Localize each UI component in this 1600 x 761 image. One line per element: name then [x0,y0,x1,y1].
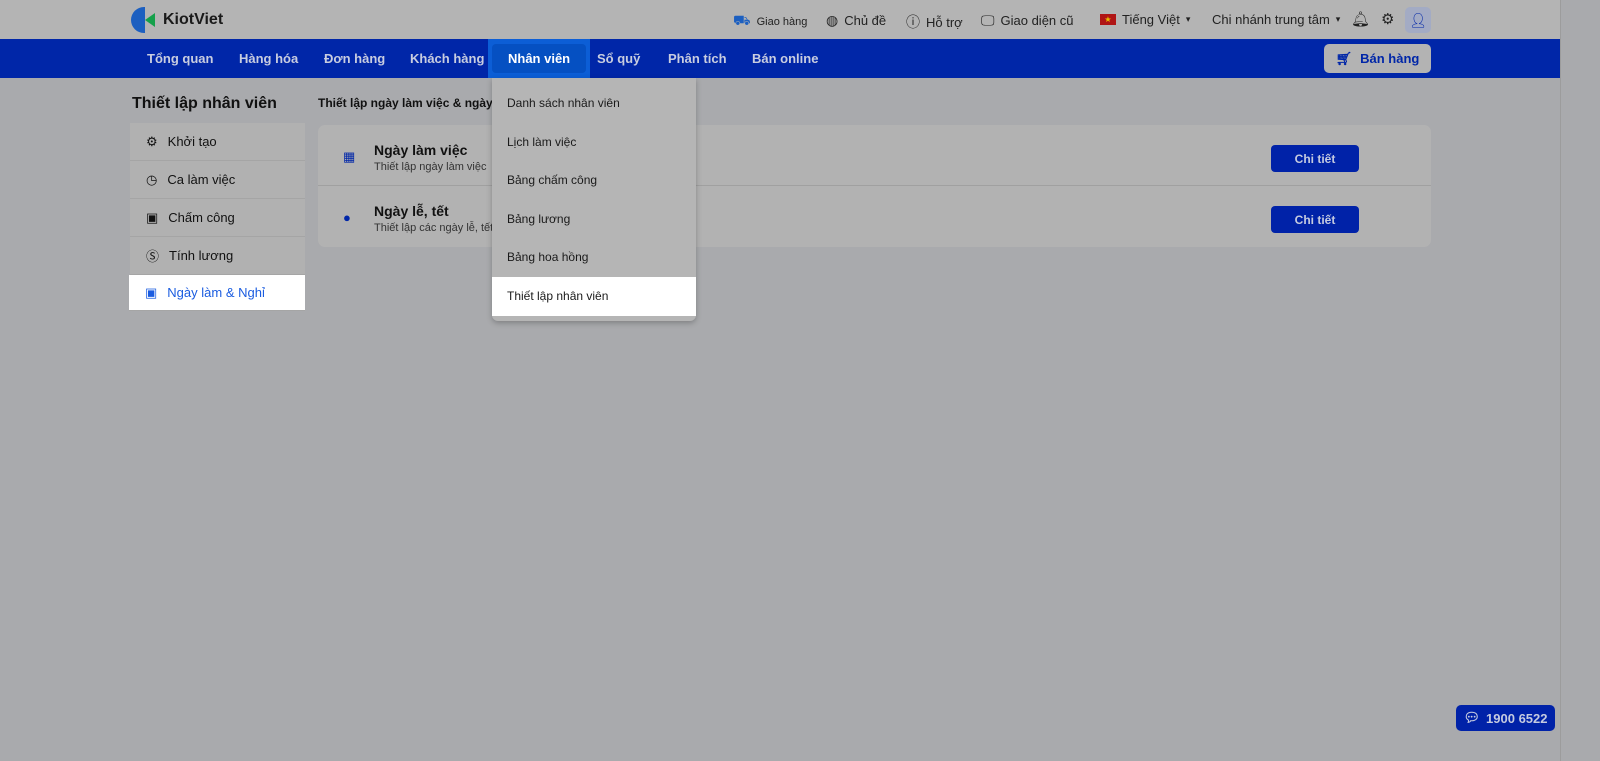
nav-orders[interactable]: Đơn hàng [324,39,385,78]
nav-online-sales[interactable]: Bán online [752,39,818,78]
scrollbar[interactable] [1560,0,1568,761]
sidebar-item-payroll[interactable]: Ⓢ Tính lương [130,237,305,275]
theme-link[interactable]: ◍ Chủ đề [826,12,886,29]
gear-icon[interactable]: ⚙ [1381,10,1394,28]
menu-item-employee-list[interactable]: Danh sách nhân viên [492,84,696,123]
monitor-icon: 🖵 [981,12,995,28]
chevron-down-icon: ▾ [1335,14,1341,24]
menu-item-commission[interactable]: Bảng hoa hồng [492,238,696,277]
calendar-star-icon: ▣ [145,284,158,300]
vietnam-flag-icon: ★ [1100,14,1116,25]
row-description: Thiết lập ngày làm việc [374,161,487,173]
nav-products[interactable]: Hàng hóa [239,39,298,78]
cart-icon: 🛒︎ [1335,50,1353,66]
settings-card: ▦ Ngày làm việc Thiết lập ngày làm việc … [318,125,1431,247]
chat-alert-icon: ⓘ [906,14,920,30]
settings-sidebar: ⚙ Khởi tạo ◷ Ca làm việc ▣ Chấm công Ⓢ Tính … [129,123,305,311]
dollar-icon: Ⓢ [146,249,160,264]
employees-dropdown-menu: Danh sách nhân viên Lịch làm việc Bảng c… [492,78,696,321]
palette-icon: ◍ [826,12,839,28]
nav-customers[interactable]: Khách hàng [410,39,484,78]
logo-icon [131,7,157,33]
clock-icon: ◷ [146,171,158,187]
nav-employees[interactable]: Nhân viên [488,39,591,78]
kiotviet-logo[interactable]: KiotViet [131,7,223,33]
content-header: Thiết lập ngày làm việc & ngày [318,96,493,110]
sell-button[interactable]: 🛒︎ Bán hàng [1324,44,1431,73]
sidebar-item-timekeeping[interactable]: ▣ Chấm công [130,199,305,237]
sidebar-title: Thiết lập nhân viên [132,95,277,112]
language-select[interactable]: ★ Tiếng Việt ▾ [1100,12,1190,27]
bell-icon[interactable]: 🔔︎ [1351,10,1370,28]
support-link[interactable]: ⓘ Hỗ trợ [906,12,963,32]
nav-overview[interactable]: Tổng quan [147,39,213,78]
row-title: Ngày làm việc [374,142,468,158]
detail-button[interactable]: Chi tiết [1271,206,1359,233]
menu-item-timesheet[interactable]: Bảng chấm công [492,161,696,200]
chat-icon: 💬︎ [1463,710,1481,725]
menu-item-employee-settings[interactable]: Thiết lập nhân viên [492,276,696,316]
menu-item-work-schedule[interactable]: Lịch làm việc [492,123,696,162]
menu-item-payroll[interactable]: Bảng lương [492,200,696,239]
list-item: ● Ngày lễ, tết Thiết lập các ngày lễ, tế… [318,186,1431,247]
gear-icon: ⚙ [146,133,158,149]
old-ui-link[interactable]: 🖵 Giao diện cũ [981,12,1074,29]
calendar-icon: ▦ [343,149,356,164]
chevron-down-icon: ▾ [1185,14,1191,24]
hotline-button[interactable]: 💬︎ 1900 6522 [1456,705,1555,731]
row-description: Thiết lập các ngày lễ, tết [374,222,494,234]
row-title: Ngày lễ, tết [374,203,449,219]
list-item: ▦ Ngày làm việc Thiết lập ngày làm việc … [318,125,1431,186]
top-bar: KiotViet ⛟ Giao hàng ◍ Chủ đề ⓘ Hỗ trợ 🖵 Gia… [0,0,1568,39]
nav-analytics[interactable]: Phân tích [668,39,727,78]
delivery-link[interactable]: ⛟ Giao hàng [733,12,807,31]
clock-icon: ● [343,210,351,225]
sidebar-item-shifts[interactable]: ◷ Ca làm việc [130,161,305,199]
truck-icon: ⛟ [733,12,751,28]
sidebar-item-workdays-holidays[interactable]: ▣ Ngày làm & Nghỉ [129,275,305,311]
nav-cashbook[interactable]: Sổ quỹ [597,39,640,78]
calendar-edit-icon: ▣ [146,209,159,225]
detail-button[interactable]: Chi tiết [1271,145,1359,172]
branch-select[interactable]: Chi nhánh trung tâm ▾ [1212,12,1340,27]
user-avatar[interactable]: 👤︎ [1405,7,1431,33]
sidebar-item-setup[interactable]: ⚙ Khởi tạo [130,123,305,161]
